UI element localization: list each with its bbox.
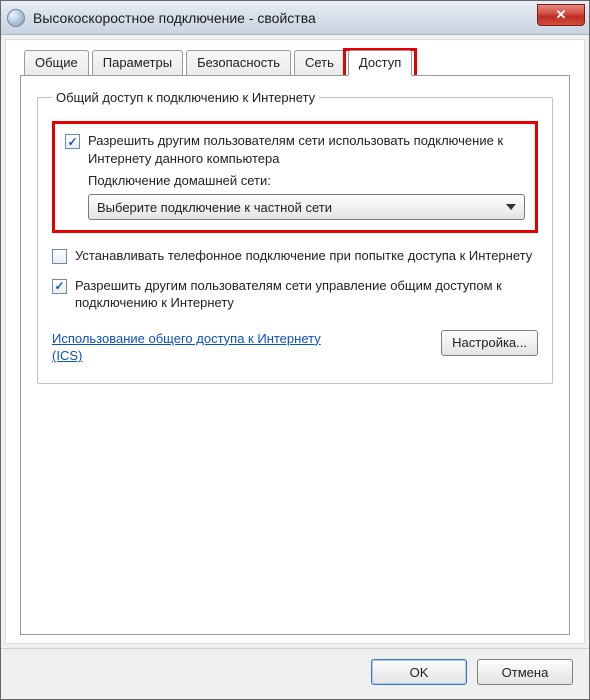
chevron-down-icon <box>506 204 516 210</box>
checkbox-allow-control[interactable]: ✓ <box>52 279 67 294</box>
tab-general[interactable]: Общие <box>24 50 89 76</box>
tab-network[interactable]: Сеть <box>294 50 345 76</box>
label-allow-control: Разрешить другим пользователям сети упра… <box>75 277 538 312</box>
combo-home-network[interactable]: Выберите подключение к частной сети <box>88 194 525 220</box>
label-home-network: Подключение домашней сети: <box>88 173 525 188</box>
tab-security[interactable]: Безопасность <box>186 50 291 76</box>
tab-panel-sharing: Общий доступ к подключению к Интернету ✓… <box>20 75 570 635</box>
titlebar: Высокоскоростное подключение - свойства … <box>1 1 589 35</box>
close-button[interactable]: ✕ <box>537 4 585 26</box>
highlight-allow-share: ✓ Разрешить другим пользователям сети ис… <box>52 121 538 233</box>
link-ics-help[interactable]: Использование общего доступа к Интернету… <box>52 330 352 365</box>
cancel-button[interactable]: Отмена <box>477 659 573 685</box>
ics-group: Общий доступ к подключению к Интернету ✓… <box>37 90 553 384</box>
ics-group-legend: Общий доступ к подключению к Интернету <box>52 90 319 105</box>
label-allow-share: Разрешить другим пользователям сети испо… <box>88 132 525 167</box>
dialog-body: Общие Параметры Безопасность Сеть Доступ… <box>5 39 585 644</box>
checkbox-allow-share[interactable]: ✓ <box>65 134 80 149</box>
settings-button[interactable]: Настройка... <box>441 330 538 356</box>
connection-icon <box>7 9 25 27</box>
checkbox-dial-on-demand[interactable]: ✓ <box>52 249 67 264</box>
tab-sharing[interactable]: Доступ <box>348 50 412 76</box>
window-title: Высокоскоростное подключение - свойства <box>33 10 316 26</box>
dialog-footer: OK Отмена <box>1 648 589 699</box>
close-icon: ✕ <box>556 7 567 23</box>
tab-strip: Общие Параметры Безопасность Сеть Доступ <box>20 50 570 76</box>
ok-button[interactable]: OK <box>371 659 467 685</box>
label-dial-on-demand: Устанавливать телефонное подключение при… <box>75 247 532 265</box>
combo-home-network-value: Выберите подключение к частной сети <box>97 200 332 215</box>
tab-options[interactable]: Параметры <box>92 50 183 76</box>
properties-dialog: Высокоскоростное подключение - свойства … <box>0 0 590 700</box>
